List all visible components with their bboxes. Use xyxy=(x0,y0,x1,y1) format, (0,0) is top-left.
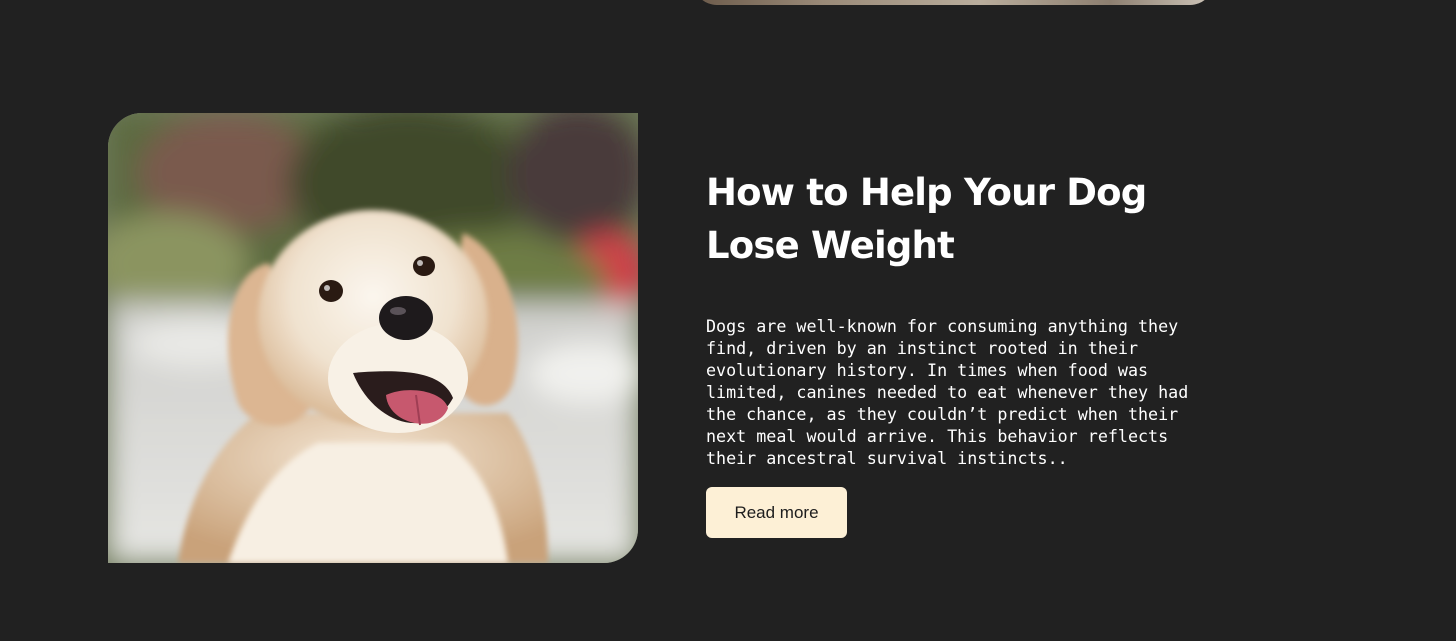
post-title[interactable]: How to Help Your Dog Lose Weight xyxy=(706,166,1226,272)
previous-post-image[interactable] xyxy=(693,0,1214,5)
post-content: How to Help Your Dog Lose Weight Dogs ar… xyxy=(706,166,1226,538)
golden-retriever-photo xyxy=(108,113,638,563)
post-excerpt: Dogs are well-known for consuming anythi… xyxy=(706,316,1189,468)
post-image xyxy=(108,113,638,563)
read-more-button[interactable]: Read more xyxy=(706,487,847,538)
blog-page: How to Help Your Dog Lose Weight Dogs ar… xyxy=(0,0,1456,641)
